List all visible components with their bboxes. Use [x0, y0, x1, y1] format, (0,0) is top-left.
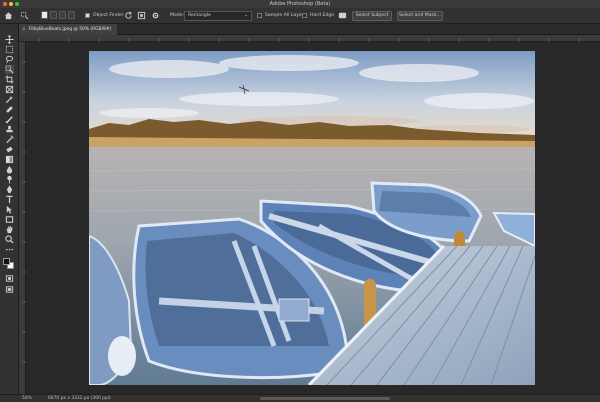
horizontal-ruler: [19, 35, 600, 42]
rectangle-tool-icon[interactable]: [5, 215, 14, 224]
title-bar: Adobe Photoshop (Beta): [0, 0, 600, 8]
eyedropper-icon[interactable]: [5, 95, 14, 104]
clone-stamp-icon[interactable]: [5, 125, 14, 134]
sample-all-layers-label: Sample All Layers: [265, 13, 307, 18]
zoom-level[interactable]: 50%: [22, 395, 32, 402]
chevron-down-icon: ⌄: [244, 13, 248, 18]
marquee-icon[interactable]: [5, 45, 14, 54]
refresh-icon[interactable]: [124, 11, 133, 20]
dodge-icon[interactable]: [5, 175, 14, 184]
document-tab-label: FilbyBlueBoats.jpeg @ 50% (RGB/8#): [29, 27, 112, 32]
sample-all-layers-checkbox[interactable]: [257, 13, 262, 18]
hand-icon[interactable]: [5, 225, 14, 234]
options-bar: Object Finder Mode: Rectangle ⌄ Sample A…: [0, 8, 600, 24]
mode-value: Rectangle: [188, 13, 211, 18]
gradient-icon[interactable]: [5, 155, 14, 164]
frame-icon[interactable]: [5, 85, 14, 94]
move-icon[interactable]: [5, 35, 14, 44]
document-image[interactable]: [89, 51, 535, 385]
show-all-objects-icon[interactable]: [137, 11, 146, 20]
quick-mask-icon[interactable]: [5, 274, 14, 283]
hard-edge-checkbox[interactable]: [302, 13, 307, 18]
eraser-icon[interactable]: [5, 145, 14, 154]
subtract-from-selection-icon[interactable]: [59, 11, 66, 19]
object-selection-tool-preset-icon[interactable]: [20, 11, 29, 20]
select-subject-button[interactable]: Select Subject: [352, 11, 392, 21]
blur-icon[interactable]: [5, 165, 14, 174]
window-title: Adobe Photoshop (Beta): [269, 1, 331, 7]
history-brush-icon[interactable]: [5, 135, 14, 144]
mode-select[interactable]: Rectangle ⌄: [184, 11, 252, 21]
object-selection-icon[interactable]: [5, 65, 14, 74]
zoom-icon[interactable]: [5, 235, 14, 244]
add-to-selection-icon[interactable]: [50, 11, 57, 19]
crop-icon[interactable]: [5, 75, 14, 84]
foreground-color-swatch[interactable]: [3, 258, 10, 265]
tools-panel: [0, 24, 19, 394]
vertical-ruler: [19, 42, 26, 394]
more-tools-icon[interactable]: [5, 245, 14, 254]
lasso-icon[interactable]: [5, 55, 14, 64]
document-tab-bar: × FilbyBlueBoats.jpeg @ 50% (RGB/8#): [19, 24, 600, 35]
object-finder-checkbox[interactable]: [85, 13, 90, 18]
brush-icon[interactable]: [5, 115, 14, 124]
mode-label: Mode:: [170, 13, 185, 18]
document-info[interactable]: 6670 px x 3332 px (300 ppi): [48, 395, 111, 402]
document-tab[interactable]: × FilbyBlueBoats.jpeg @ 50% (RGB/8#): [19, 24, 118, 35]
select-and-mask-button[interactable]: Select and Mask...: [397, 11, 443, 21]
pen-icon[interactable]: [5, 185, 14, 194]
close-tab-icon[interactable]: ×: [22, 24, 26, 35]
horizontal-scrollbar[interactable]: [260, 397, 390, 400]
path-selection-icon[interactable]: [5, 205, 14, 214]
object-finder-label: Object Finder: [93, 13, 124, 18]
healing-brush-icon[interactable]: [5, 105, 14, 114]
select-subject-cloud-icon[interactable]: [338, 11, 347, 20]
settings-gear-icon[interactable]: [151, 11, 160, 20]
screen-mode-icon[interactable]: [5, 285, 14, 294]
type-icon[interactable]: [5, 195, 14, 204]
intersect-selection-icon[interactable]: [68, 11, 75, 19]
new-selection-icon[interactable]: [41, 11, 48, 19]
hard-edge-label: Hard Edge: [310, 13, 335, 18]
status-bar: 50% 6670 px x 3332 px (300 ppi): [0, 394, 600, 402]
home-icon[interactable]: [4, 11, 13, 20]
